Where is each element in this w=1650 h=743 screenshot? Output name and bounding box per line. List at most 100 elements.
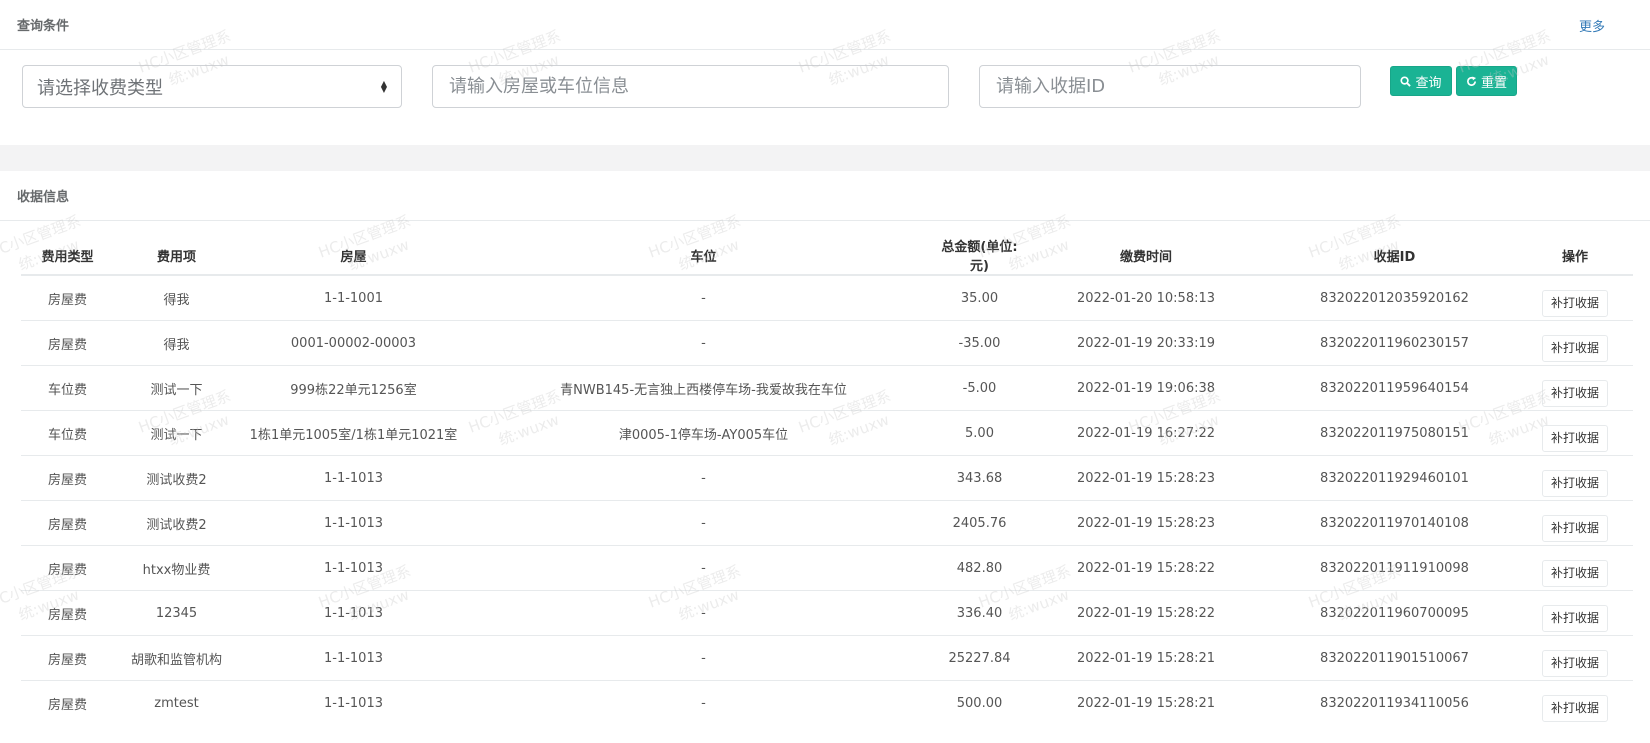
cell-amount: 500.00 (939, 680, 1020, 725)
cell-parking: 津0005-1停车场-AY005车位 (468, 410, 939, 456)
column-header: 车位 (468, 236, 939, 276)
cell-action: 补打收据 (1517, 320, 1633, 366)
cell-room: 1-1-1013 (239, 635, 468, 681)
cell-room: 1栋1单元1005室/1栋1单元1021室 (239, 410, 468, 456)
cell-amount: 5.00 (939, 410, 1020, 456)
cell-time: 2022-01-20 10:58:13 (1020, 274, 1272, 321)
reprint-receipt-button[interactable]: 补打收据 (1542, 289, 1608, 317)
cell-parking: - (468, 455, 939, 501)
cell-time: 2022-01-19 15:28:22 (1020, 590, 1272, 636)
fee-type-select[interactable]: 请选择收费类型 ▲ ▼ (22, 65, 402, 108)
column-header: 收据ID (1272, 236, 1517, 276)
more-link[interactable]: 更多 (1579, 0, 1605, 50)
reprint-receipt-button[interactable]: 补打收据 (1542, 514, 1608, 542)
cell-room: 1-1-1013 (239, 680, 468, 725)
room-parking-input[interactable] (447, 75, 934, 98)
cell-receipt-id: 832022011960700095 (1272, 590, 1517, 636)
cell-time: 2022-01-19 15:28:22 (1020, 545, 1272, 591)
cell-room: 1-1-1001 (239, 274, 468, 321)
cell-fee-type: 车位费 (21, 365, 114, 411)
reset-button-label: 重置 (1480, 75, 1507, 91)
cell-fee-item: zmtest (114, 680, 239, 725)
cell-room: 0001-00002-00003 (239, 320, 468, 366)
cell-parking: - (468, 545, 939, 591)
receipt-id-field[interactable] (979, 65, 1361, 108)
reprint-receipt-button[interactable]: 补打收据 (1542, 424, 1608, 452)
cell-action: 补打收据 (1517, 545, 1633, 591)
cell-receipt-id: 832022011959640154 (1272, 365, 1517, 411)
cell-parking: - (468, 274, 939, 321)
cell-fee-type: 房屋费 (21, 590, 114, 636)
receipt-table-body: 房屋费 得我 1-1-1001-35.00 2022-01-20 10:58:13 83… (21, 274, 1633, 725)
cell-parking: - (468, 635, 939, 681)
cell-time: 2022-01-19 15:28:21 (1020, 680, 1272, 725)
cell-fee-item: 测试一下 (114, 365, 239, 411)
reprint-receipt-button[interactable]: 补打收据 (1542, 694, 1608, 722)
cell-time: 2022-01-19 15:28:23 (1020, 455, 1272, 501)
search-panel-header: 查询条件 更多 (0, 0, 1650, 50)
cell-fee-type: 房屋费 (21, 500, 114, 546)
cell-fee-item: 12345 (114, 590, 239, 636)
table-row: 车位费 测试一下 999栋22单元1256室 青NWB145-无言独上西楼停车场-我爱… (21, 365, 1633, 411)
cell-fee-type: 房屋费 (21, 274, 114, 321)
cell-fee-item: 得我 (114, 320, 239, 366)
reprint-receipt-button[interactable]: 补打收据 (1542, 379, 1608, 407)
cell-fee-type: 房屋费 (21, 635, 114, 681)
search-panel-title: 查询条件 (17, 19, 70, 34)
cell-fee-type: 房屋费 (21, 680, 114, 725)
reprint-receipt-button[interactable]: 补打收据 (1542, 649, 1608, 677)
select-arrows-icon: ▲ ▼ (380, 78, 387, 94)
table-header-row: 费用类型 费用项 房屋 车位 总金额(单位:元) 缴费时间 收据ID 操作 (21, 236, 1633, 276)
cell-parking: - (468, 320, 939, 366)
cell-receipt-id: 832022011911910098 (1272, 545, 1517, 591)
cell-amount: 25227.84 (939, 635, 1020, 681)
cell-room: 1-1-1013 (239, 590, 468, 636)
reset-button[interactable]: 重置 (1456, 66, 1517, 96)
cell-amount: 35.00 (939, 274, 1020, 321)
cell-receipt-id: 832022011901510067 (1272, 635, 1517, 681)
cell-fee-item: 得我 (114, 274, 239, 321)
query-button[interactable]: 查询 (1390, 66, 1452, 96)
cell-room: 999栋22单元1256室 (239, 365, 468, 411)
cell-receipt-id: 832022011934110056 (1272, 680, 1517, 725)
column-header: 总金额(单位:元) (939, 236, 1020, 276)
search-panel: 查询条件 更多 请选择收费类型 ▲▼ 查询 重置 (0, 0, 1650, 145)
cell-time: 2022-01-19 15:28:21 (1020, 635, 1272, 681)
column-header: 缴费时间 (1020, 236, 1272, 276)
table-row: 房屋费 12345 1-1-1013-336.40 2022-01-19 15:28:… (21, 590, 1633, 636)
cell-parking: - (468, 680, 939, 725)
cell-action: 补打收据 (1517, 365, 1633, 411)
cell-fee-type: 房屋费 (21, 320, 114, 366)
cell-receipt-id: 832022011970140108 (1272, 500, 1517, 546)
cell-action: 补打收据 (1517, 410, 1633, 456)
cell-parking: - (468, 500, 939, 546)
table-row: 房屋费 测试收费2 1-1-1013-2405.76 2022-01-19 15:28… (21, 500, 1633, 546)
refresh-icon (1467, 75, 1477, 86)
search-icon (1400, 75, 1412, 87)
cell-room: 1-1-1013 (239, 545, 468, 591)
cell-action: 补打收据 (1517, 635, 1633, 681)
reprint-receipt-button[interactable]: 补打收据 (1542, 469, 1608, 497)
table-row: 房屋费 得我 0001-00002-00003- -35.00 2022-01-19 2… (21, 320, 1633, 366)
cell-amount: -35.00 (939, 320, 1020, 366)
cell-receipt-id: 832022012035920162 (1272, 274, 1517, 321)
column-header: 费用类型 (21, 236, 114, 276)
cell-fee-item: 测试收费2 (114, 455, 239, 501)
reprint-receipt-button[interactable]: 补打收据 (1542, 559, 1608, 587)
cell-amount: 482.80 (939, 545, 1020, 591)
cell-room: 1-1-1013 (239, 455, 468, 501)
reprint-receipt-button[interactable]: 补打收据 (1542, 604, 1608, 632)
receipt-id-input[interactable] (994, 75, 1346, 98)
cell-fee-item: 测试一下 (114, 410, 239, 456)
fee-type-select-value: 请选择收费类型 (37, 77, 163, 99)
cell-receipt-id: 832022011960230157 (1272, 320, 1517, 366)
room-parking-field[interactable] (432, 65, 949, 108)
cell-amount: -5.00 (939, 365, 1020, 411)
reprint-receipt-button[interactable]: 补打收据 (1542, 334, 1608, 362)
table-row: 房屋费 胡歌和监管机构 1-1-1013-25227.84 2022-01-19 15… (21, 635, 1633, 681)
cell-action: 补打收据 (1517, 455, 1633, 501)
cell-room: 1-1-1013 (239, 500, 468, 546)
cell-amount: 343.68 (939, 455, 1020, 501)
cell-time: 2022-01-19 20:33:19 (1020, 320, 1272, 366)
cell-time: 2022-01-19 19:06:38 (1020, 365, 1272, 411)
